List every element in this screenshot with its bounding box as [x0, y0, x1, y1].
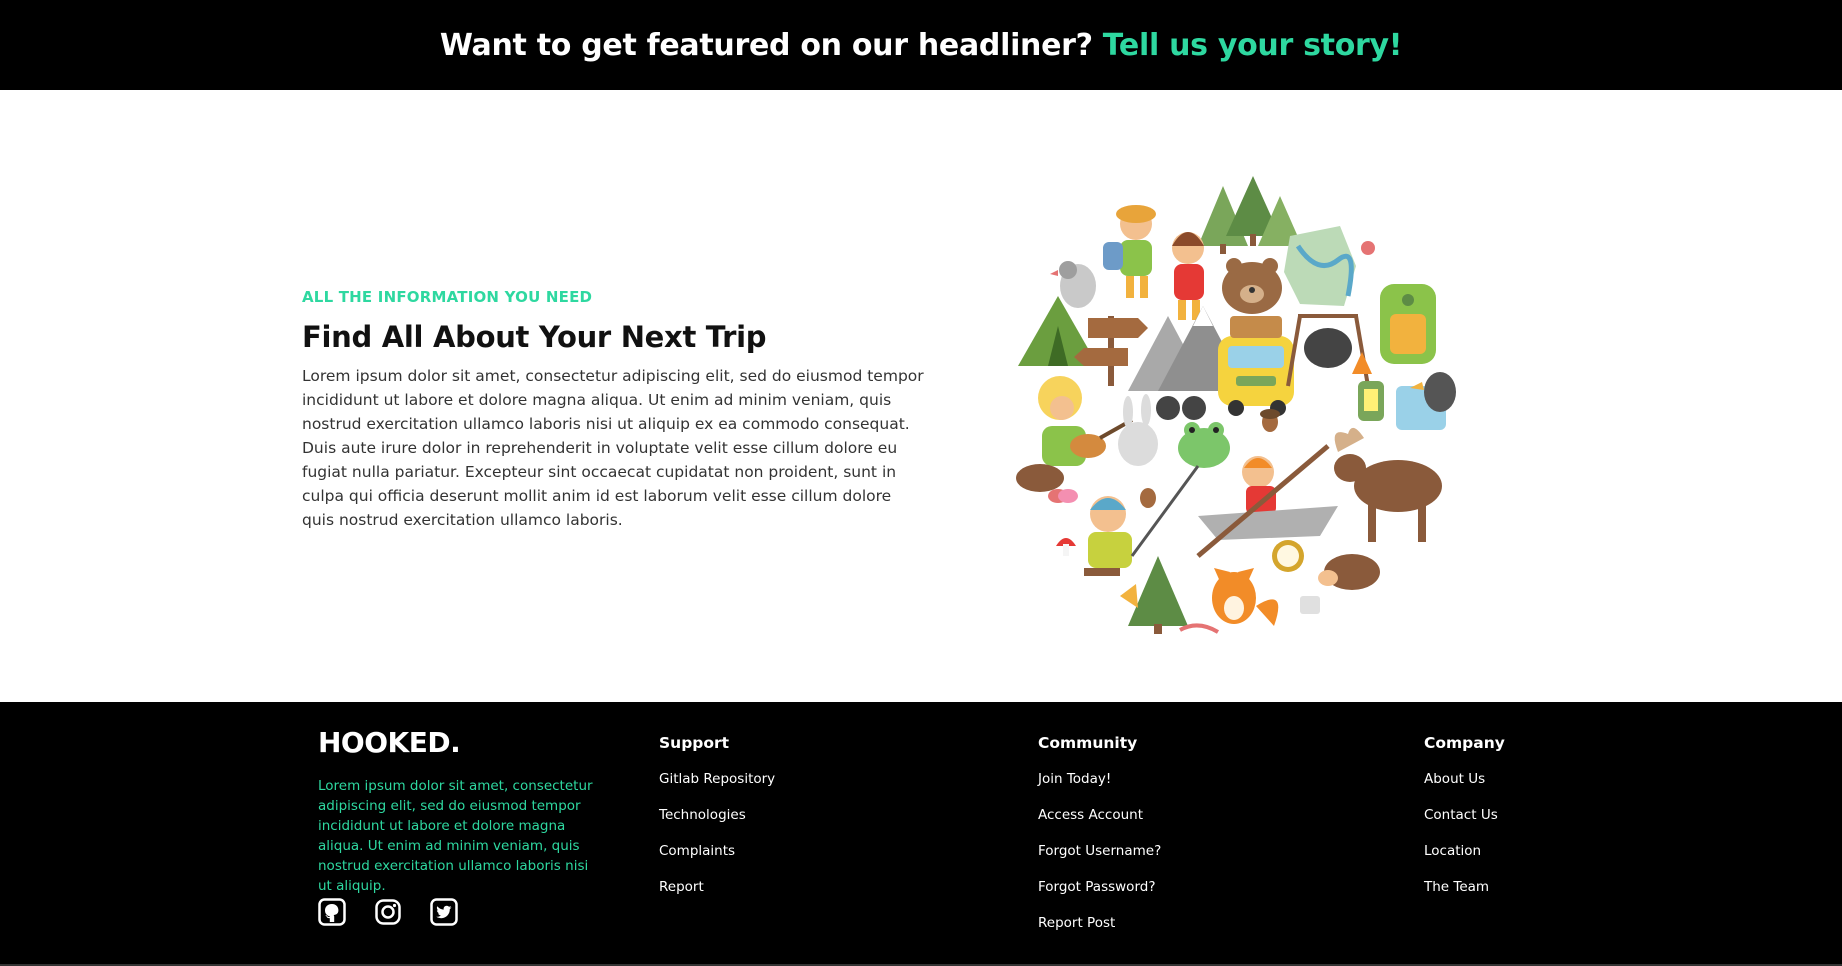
- link-contact-us[interactable]: Contact Us: [1424, 806, 1505, 842]
- featured-banner: Want to get featured on our headliner? T…: [0, 0, 1842, 90]
- camping-illustration: [1016, 176, 1456, 634]
- community-heading: Community: [1038, 734, 1138, 752]
- footer-col-community: Community Join Today! Access Account For…: [1038, 734, 1161, 950]
- tell-your-story-link[interactable]: Tell us your story!: [1103, 28, 1403, 63]
- link-join-today[interactable]: Join Today!: [1038, 770, 1161, 806]
- brand-description: Lorem ipsum dolor sit amet, consectetur …: [318, 778, 593, 894]
- link-forgot-password[interactable]: Forgot Password?: [1038, 878, 1161, 914]
- footer-col-support: Support Gitlab Repository Technologies C…: [659, 734, 775, 914]
- link-access-account[interactable]: Access Account: [1038, 806, 1161, 842]
- hero-section: ALL THE INFORMATION YOU NEED Find All Ab…: [0, 90, 1842, 702]
- social-links: [318, 898, 458, 926]
- link-complaints[interactable]: Complaints: [659, 842, 775, 878]
- link-gitlab-repository[interactable]: Gitlab Repository: [659, 770, 775, 806]
- banner-text: Want to get featured on our headliner?: [439, 27, 1093, 63]
- support-heading: Support: [659, 734, 730, 752]
- link-forgot-username[interactable]: Forgot Username?: [1038, 842, 1161, 878]
- company-heading: Company: [1424, 734, 1505, 752]
- link-report[interactable]: Report: [659, 878, 775, 914]
- link-the-team[interactable]: The Team: [1424, 878, 1505, 914]
- site-footer: HOOKED. Lorem ipsum dolor sit amet, cons…: [0, 702, 1842, 966]
- hero-eyebrow: ALL THE INFORMATION YOU NEED: [302, 288, 593, 306]
- link-report-post[interactable]: Report Post: [1038, 914, 1161, 950]
- link-technologies[interactable]: Technologies: [659, 806, 775, 842]
- hero-text-block: ALL THE INFORMATION YOU NEED Find All Ab…: [302, 288, 927, 532]
- link-location[interactable]: Location: [1424, 842, 1505, 878]
- link-about-us[interactable]: About Us: [1424, 770, 1505, 806]
- github-icon[interactable]: [318, 898, 346, 926]
- hero-title: Find All About Your Next Trip: [302, 320, 767, 354]
- footer-col-company: Company About Us Contact Us Location The…: [1424, 734, 1505, 914]
- instagram-icon[interactable]: [374, 898, 402, 926]
- twitter-icon[interactable]: [430, 898, 458, 926]
- hero-body: Lorem ipsum dolor sit amet, consectetur …: [302, 367, 924, 529]
- brand-logo[interactable]: HOOKED.: [318, 726, 461, 759]
